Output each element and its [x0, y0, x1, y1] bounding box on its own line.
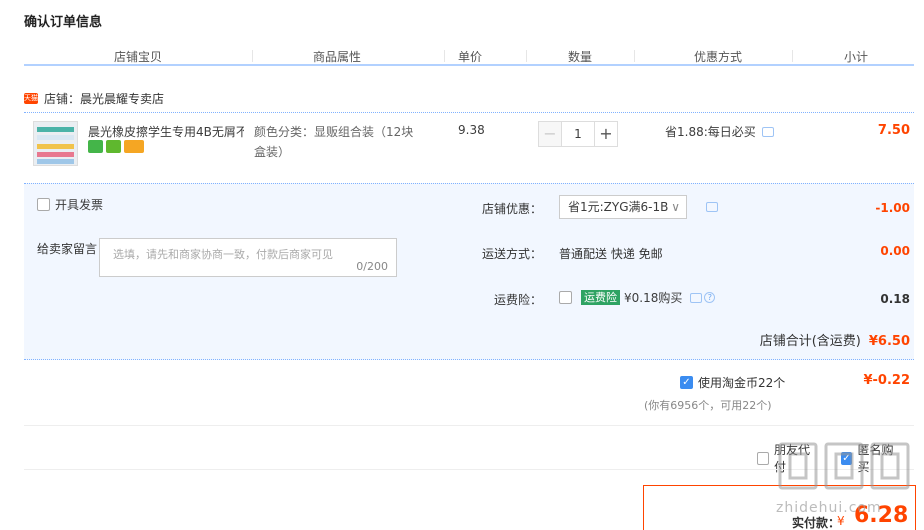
guarantee-icon [106, 140, 121, 153]
insurance-checkbox[interactable] [559, 291, 572, 304]
product-thumbnail[interactable] [33, 121, 78, 166]
payment-currency: ¥ [837, 514, 845, 528]
coins-checkbox[interactable]: ✓ [680, 376, 693, 389]
quantity-stepper: − 1 + [538, 121, 618, 147]
chat-icon[interactable] [761, 126, 774, 137]
insurance-option: 运费险 ¥0.18购买 ? [559, 289, 716, 306]
insurance-amount: 0.18 [880, 292, 910, 306]
item-subtotal: 7.50 [877, 123, 910, 138]
coins-amount: ¥-0.22 [863, 373, 910, 388]
tmall-badge-icon: 天猫 [24, 92, 38, 104]
coins-label: 使用淘金币22个 [698, 376, 786, 390]
column-divider [634, 50, 635, 62]
shop-total-amount: ¥6.50 [868, 334, 910, 349]
quantity-plus-button[interactable]: + [594, 121, 618, 147]
shipping-amount: 0.00 [880, 244, 910, 258]
column-shop-item: 店铺宝贝 [114, 50, 163, 64]
shop-total: 店铺合计(含运费) ¥6.50 [760, 330, 910, 349]
column-divider [444, 50, 445, 62]
unit-price: 9.38 [458, 123, 485, 137]
chat-icon[interactable] [706, 202, 718, 212]
coins-note: (你有6956个，可用22个) [644, 399, 772, 412]
friend-pay-checkbox[interactable] [757, 451, 769, 465]
shipping-label: 运送方式： [481, 247, 542, 261]
shop-name[interactable]: 店铺：晨光晨耀专卖店 [44, 90, 164, 107]
watermark-text: zhidehui.com [776, 500, 882, 516]
shop-coupon-value: 省1元:ZYG满6-1B [568, 200, 669, 214]
column-header: 店铺宝贝 商品属性 单价 数量 优惠方式 小计 [24, 48, 914, 66]
help-icon[interactable]: ? [704, 292, 716, 303]
shop-coupon-label: 店铺优惠： [481, 202, 542, 216]
chevron-down-icon: ∨ [671, 200, 680, 214]
taobao-coins-option[interactable]: ✓ 使用淘金币22个 [680, 374, 785, 391]
message-counter: 0/200 [356, 260, 388, 273]
chat-icon[interactable] [690, 292, 703, 303]
message-placeholder: 选填，请先和商家协商一致，付款后商家可见 [113, 248, 333, 261]
insurance-price: ¥0.18购买 [624, 291, 683, 305]
anonymous-checkbox[interactable]: ✓ [840, 451, 853, 465]
service-icons [88, 140, 144, 153]
column-unit-price: 单价 [458, 50, 483, 64]
column-attributes: 商品属性 [313, 50, 362, 64]
invoice-option[interactable]: 开具发票 [37, 196, 103, 213]
column-subtotal: 小计 [844, 50, 869, 64]
shipping-method: 普通配送 快递 免邮 [559, 247, 663, 261]
invoice-checkbox[interactable] [37, 198, 50, 211]
shop-row: 天猫 店铺：晨光晨耀专卖店 [24, 89, 164, 107]
shop-coupon-select[interactable]: 省1元:ZYG满6-1B ∨ [559, 195, 687, 219]
message-textarea[interactable]: 选填，请先和商家协商一致，付款后商家可见 0/200 [99, 238, 397, 277]
column-divider [792, 50, 793, 62]
page-title: 确认订单信息 [24, 15, 103, 30]
quantity-minus-button[interactable]: − [538, 121, 562, 147]
product-attribute: 颜色分类：显贩组合装（12块盒装） [254, 125, 414, 159]
column-quantity: 数量 [568, 50, 593, 64]
column-divider [526, 50, 527, 62]
shop-total-label: 店铺合计(含运费) [759, 334, 861, 349]
seven-day-return-icon [88, 140, 103, 153]
order-options-panel: 开具发票 给卖家留言： 选填，请先和商家协商一致，付款后商家可见 0/200 店… [24, 183, 914, 360]
invoice-label: 开具发票 [55, 198, 104, 212]
credit-card-icon [124, 140, 144, 153]
insurance-label: 运费险： [493, 293, 542, 307]
insurance-tag: 运费险 [581, 290, 620, 305]
quantity-input[interactable]: 1 [562, 121, 594, 147]
product-row: 晨光橡皮擦学生专用4B无屑不... 颜色分类：显贩组合装（12块盒装） 9.38… [24, 113, 914, 181]
divider [24, 469, 914, 470]
divider [24, 425, 914, 426]
payment-label: 实付款： [792, 516, 841, 530]
shop-coupon-amount: -1.00 [875, 201, 910, 215]
product-title[interactable]: 晨光橡皮擦学生专用4B无屑不... [88, 123, 244, 140]
column-discount: 优惠方式 [694, 50, 743, 64]
column-divider [252, 50, 253, 62]
discount-method: 省1.88:每日必买 [665, 123, 774, 140]
discount-text: 省1.88:每日必买 [665, 125, 756, 139]
